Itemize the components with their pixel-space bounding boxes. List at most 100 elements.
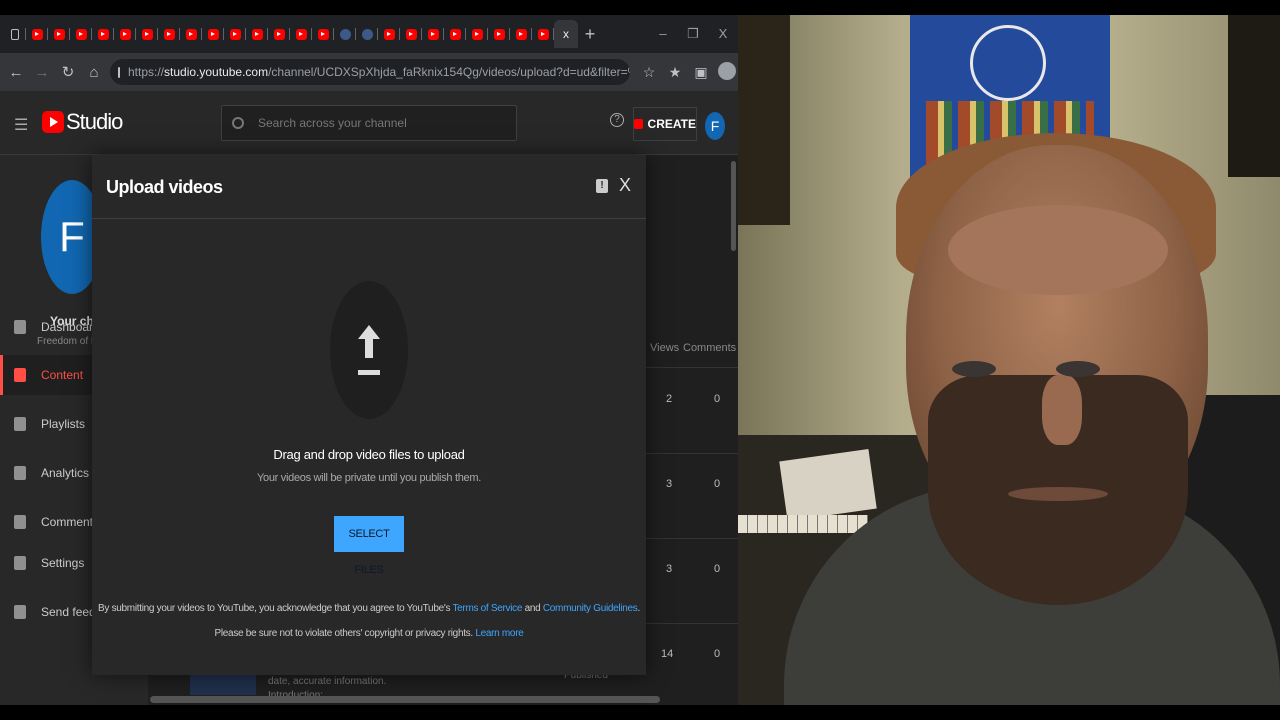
sidebar-item-label: Content <box>41 368 84 382</box>
youtube-favicon-icon <box>383 28 395 40</box>
browser-tab[interactable] <box>113 20 136 48</box>
browser-tab[interactable] <box>4 20 26 48</box>
browser-tab[interactable] <box>179 20 202 48</box>
youtube-favicon-icon <box>471 28 483 40</box>
youtube-favicon-icon <box>515 28 527 40</box>
close-tab-icon[interactable]: x <box>563 27 569 41</box>
upload-videos-dialog: Upload videos ! X Drag and drop video fi… <box>92 155 646 675</box>
create-button[interactable]: CREATE <box>633 107 697 141</box>
channel-search-input[interactable]: Search across your channel <box>221 105 517 141</box>
browser-tab[interactable] <box>157 20 180 48</box>
search-placeholder: Search across your channel <box>258 116 407 130</box>
terms-of-service-link[interactable]: Terms of Service <box>452 603 522 614</box>
browser-tab[interactable] <box>355 20 378 48</box>
close-dialog-button[interactable]: X <box>619 175 631 196</box>
select-files-button[interactable]: SELECT FILES <box>334 516 404 576</box>
person-right-eye <box>1056 361 1100 377</box>
browser-tab[interactable] <box>25 20 48 48</box>
content-icon <box>14 368 26 382</box>
browser-tab[interactable] <box>245 20 268 48</box>
search-icon <box>232 117 244 129</box>
upload-arrow-stem <box>365 338 373 358</box>
lock-icon <box>118 66 120 78</box>
back-icon[interactable]: ← <box>3 64 29 81</box>
youtube-favicon-icon <box>537 28 549 40</box>
youtube-logo-icon[interactable] <box>42 111 64 133</box>
browser-tab[interactable] <box>487 20 510 48</box>
hamburger-menu-icon[interactable]: ☰ <box>14 115 28 135</box>
browser-tab[interactable] <box>465 20 488 48</box>
home-icon[interactable]: ⌂ <box>81 64 107 81</box>
youtube-favicon-icon <box>53 28 65 40</box>
youtube-favicon-icon <box>141 28 153 40</box>
youtube-favicon-icon <box>31 28 43 40</box>
comments-column-header[interactable]: Comments <box>683 342 736 354</box>
terms-and: and <box>522 603 543 614</box>
youtube-favicon-icon <box>405 28 417 40</box>
copyright-text: Please be sure not to violate others' co… <box>214 628 476 639</box>
vertical-scrollbar[interactable] <box>731 161 736 251</box>
browser-window: x + – ❐ X ← → ↻ ⌂ https://studio.youtube… <box>0 15 738 705</box>
comments-cell: 0 <box>714 648 721 660</box>
youtube-favicon-icon <box>207 28 219 40</box>
picture-frame-right <box>1228 15 1280 177</box>
youtube-favicon-icon <box>229 28 241 40</box>
person-mouth <box>1008 487 1108 501</box>
youtube-favicon-icon <box>75 28 87 40</box>
new-tab-button[interactable]: + <box>578 24 602 45</box>
url-prefix: https:// <box>128 65 165 79</box>
browser-tab[interactable] <box>289 20 312 48</box>
toolbar-right: ☆ ★ ▣ ⋯ <box>636 53 738 91</box>
learn-more-link[interactable]: Learn more <box>475 628 523 639</box>
forward-icon[interactable]: → <box>29 64 55 81</box>
sidebar-item-label: Dashboard <box>41 320 100 334</box>
browser-tab[interactable] <box>47 20 70 48</box>
browser-tab[interactable] <box>399 20 422 48</box>
youtube-favicon-icon <box>163 28 175 40</box>
close-window-button[interactable]: X <box>708 26 738 42</box>
browser-tab[interactable] <box>69 20 92 48</box>
feedback-icon[interactable]: ! <box>596 179 608 193</box>
browser-tab[interactable] <box>509 20 532 48</box>
browser-tab[interactable] <box>223 20 246 48</box>
favorites-icon[interactable]: ★ <box>662 64 688 81</box>
papers <box>779 449 877 521</box>
browser-tab[interactable] <box>267 20 290 48</box>
profile-icon[interactable] <box>714 61 738 83</box>
globe-favicon-icon <box>361 28 373 40</box>
browser-tab[interactable] <box>311 20 334 48</box>
browser-tab[interactable] <box>135 20 158 48</box>
upload-arrow-icon <box>358 325 380 339</box>
browser-tab[interactable] <box>377 20 400 48</box>
browser-tab[interactable] <box>421 20 444 48</box>
bookmark-star-icon[interactable]: ☆ <box>636 64 662 81</box>
reload-icon[interactable]: ↻ <box>55 63 81 81</box>
browser-tab[interactable] <box>443 20 466 48</box>
account-avatar[interactable]: F <box>705 112 725 140</box>
sidebar-item-label: Comments <box>41 515 100 529</box>
views-column-header[interactable]: Views <box>650 342 679 354</box>
dialog-divider <box>92 218 646 219</box>
copyright-notice: Please be sure not to violate others' co… <box>92 628 646 639</box>
person-left-eye <box>952 361 996 377</box>
minimize-button[interactable]: – <box>648 26 678 42</box>
browser-tab[interactable] <box>531 20 554 48</box>
studio-header: ☰ Studio Search across your channel ? CR… <box>0 91 738 155</box>
dialog-title: Upload videos <box>106 177 223 197</box>
tab-page-icon <box>11 28 19 40</box>
help-icon[interactable]: ? <box>610 113 624 127</box>
browser-tab[interactable] <box>91 20 114 48</box>
url-field[interactable]: https://studio.youtube.com/channel/UCDXS… <box>110 59 630 85</box>
tab-strip: x + – ❐ X <box>0 15 738 53</box>
maximize-button[interactable]: ❐ <box>678 26 708 42</box>
collections-icon[interactable]: ▣ <box>688 64 714 81</box>
person-nose <box>1042 375 1082 445</box>
youtube-favicon-icon <box>493 28 505 40</box>
horizontal-scrollbar[interactable] <box>150 696 660 703</box>
studio-logo-text[interactable]: Studio <box>66 109 123 135</box>
community-guidelines-link[interactable]: Community Guidelines <box>543 603 638 614</box>
browser-tab[interactable]: x <box>553 20 578 48</box>
webcam-feed <box>738 15 1280 705</box>
browser-tab[interactable] <box>201 20 224 48</box>
browser-tab[interactable] <box>333 20 356 48</box>
